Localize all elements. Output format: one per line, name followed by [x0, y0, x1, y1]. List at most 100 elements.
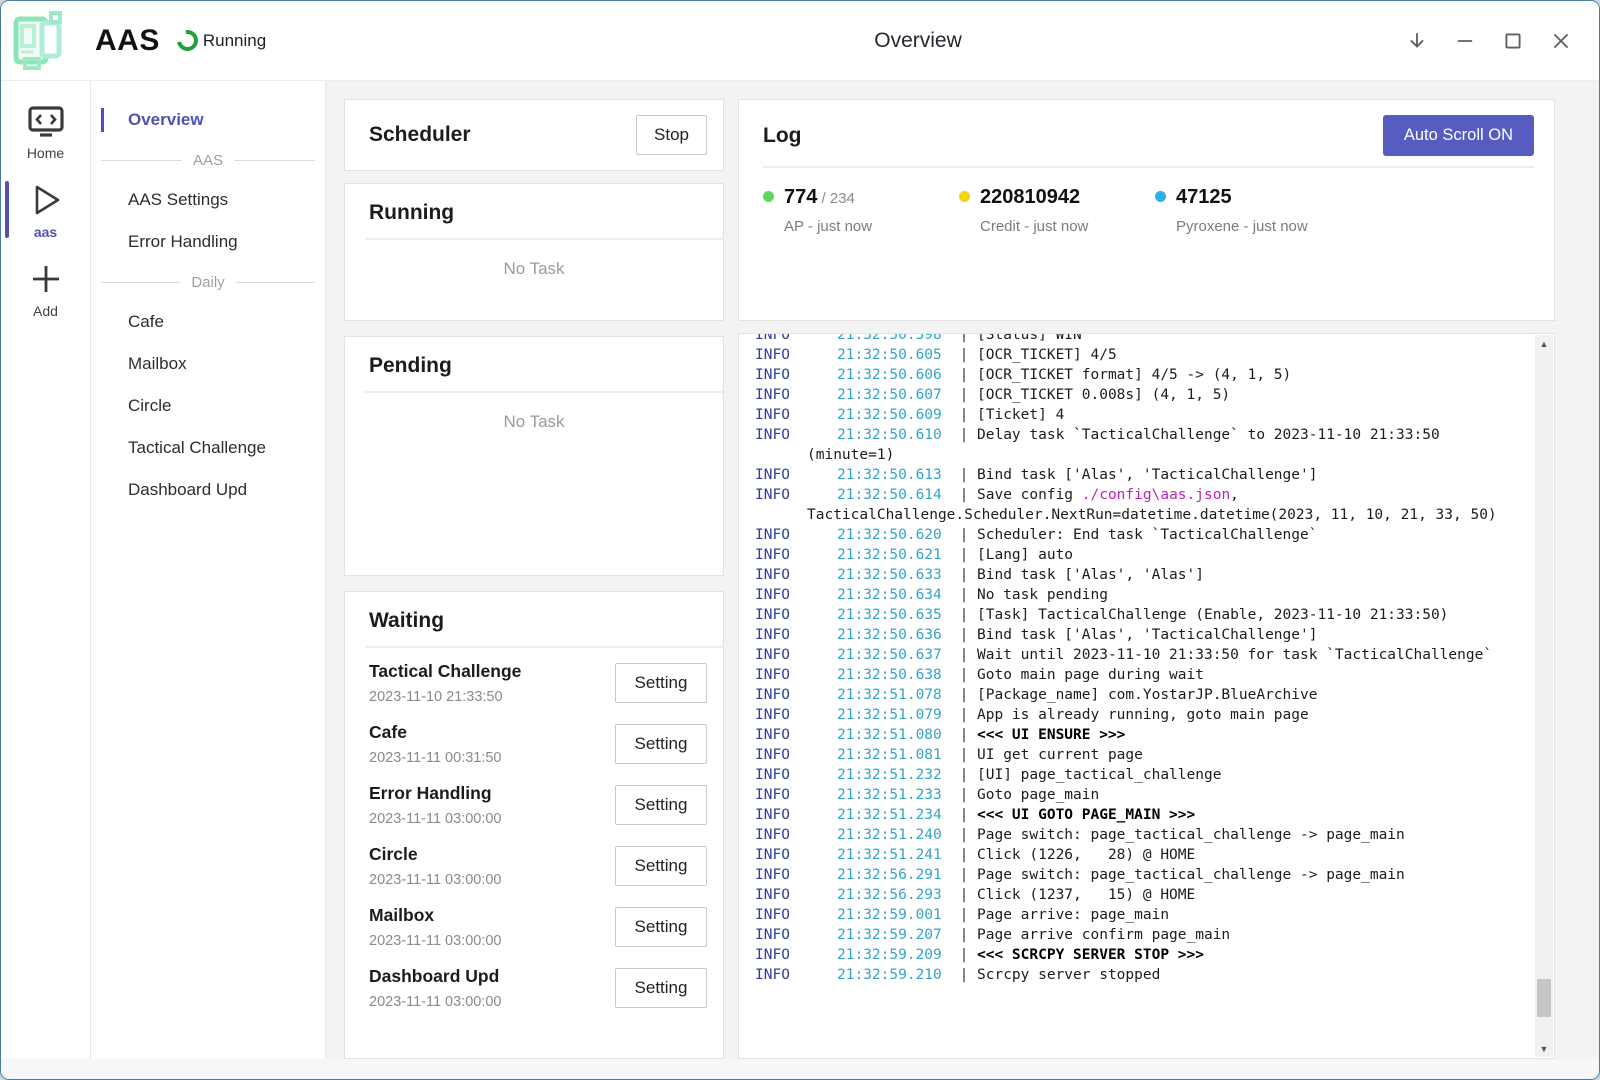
log-entry: INFO 21:32:51.081 | UI get current page	[755, 745, 1520, 765]
log-entry: INFO 21:32:51.233 | Goto page_main	[755, 785, 1520, 805]
log-message: Goto page_main	[977, 785, 1520, 805]
task-setting-button[interactable]: Setting	[615, 846, 707, 886]
task-name: Dashboard Upd	[369, 966, 502, 987]
log-message: Wait until 2023-11-10 21:33:50 for task …	[977, 645, 1520, 665]
task-next-run: 2023-11-11 03:00:00	[369, 872, 502, 888]
sidenav-item-tactical-challenge[interactable]: Tactical Challenge	[91, 427, 325, 469]
task-sidenav: Overview AAS AAS Settings Error Handling…	[91, 81, 326, 1059]
rail-item-home[interactable]: Home	[1, 95, 90, 173]
minimize-icon[interactable]	[1441, 20, 1489, 62]
log-timestamp: 21:32:59.209	[837, 945, 951, 965]
sidenav-item-cafe[interactable]: Cafe	[91, 301, 325, 343]
log-level: INFO	[755, 525, 837, 545]
log-level: INFO	[755, 625, 837, 645]
log-timestamp: 21:32:51.241	[837, 845, 951, 865]
log-row: INFO 21:32:50.621 | [Lang] auto	[755, 545, 1520, 565]
sidenav-item-mailbox[interactable]: Mailbox	[91, 343, 325, 385]
task-setting-button[interactable]: Setting	[615, 663, 707, 703]
sidenav-item-error-handling[interactable]: Error Handling	[91, 221, 325, 263]
task-next-run: 2023-11-11 03:00:00	[369, 994, 502, 1010]
task-setting-button[interactable]: Setting	[615, 785, 707, 825]
stat-body: 220810942 Credit - just now	[980, 186, 1088, 235]
log-entry: INFO 21:32:50.637 | Wait until 2023-11-1…	[755, 645, 1520, 665]
auto-scroll-button[interactable]: Auto Scroll ON	[1383, 115, 1534, 156]
log-timestamp: 21:32:50.607	[837, 385, 951, 405]
log-lines: INFO 21:32:50.598 | [Status] WIN INFO 21…	[755, 333, 1520, 985]
log-timestamp: 21:32:51.232	[837, 765, 951, 785]
log-level: INFO	[755, 825, 837, 845]
log-message: [Status] WIN	[977, 333, 1520, 345]
sidenav-item-dashboard-upd[interactable]: Dashboard Upd	[91, 469, 325, 511]
sidenav-item-label: Circle	[128, 396, 171, 416]
log-row: INFO 21:32:51.081 | UI get current page	[755, 745, 1520, 765]
log-timestamp: 21:32:50.605	[837, 345, 951, 365]
log-message: No task pending	[977, 585, 1520, 605]
maximize-icon[interactable]	[1489, 20, 1537, 62]
scroll-up-icon[interactable]: ▲	[1535, 335, 1553, 352]
log-level: INFO	[755, 705, 837, 725]
log-separator: |	[951, 965, 977, 985]
log-separator: |	[951, 645, 977, 665]
sidenav-item-overview[interactable]: Overview	[91, 99, 325, 141]
log-column: Log Auto Scroll ON 774 / 234 AP - just n…	[738, 99, 1555, 1059]
log-row: INFO 21:32:50.634 | No task pending	[755, 585, 1520, 605]
log-header: Log Auto Scroll ON	[763, 115, 1534, 156]
app-logo-icon	[11, 10, 79, 72]
log-timestamp: 21:32:51.234	[837, 805, 951, 825]
log-message: App is already running, goto main page	[977, 705, 1520, 725]
task-setting-button[interactable]: Setting	[615, 724, 707, 764]
task-next-run: 2023-11-11 03:00:00	[369, 811, 502, 827]
group-label: Daily	[180, 274, 235, 291]
log-output-panel[interactable]: INFO 21:32:50.598 | [Status] WIN INFO 21…	[738, 333, 1555, 1059]
log-message: Save config ./config\aas.json,	[977, 485, 1520, 505]
app-window: AAS Running Overview	[0, 0, 1600, 1080]
log-row: INFO 21:32:51.234 | <<< UI GOTO PAGE_MAI…	[755, 805, 1520, 825]
download-icon[interactable]	[1393, 20, 1441, 62]
scroll-down-icon[interactable]: ▼	[1535, 1040, 1553, 1057]
titlebar: AAS Running Overview	[1, 1, 1599, 81]
log-separator: |	[951, 785, 977, 805]
pending-title: Pending	[345, 354, 723, 378]
log-separator: |	[951, 465, 977, 485]
close-icon[interactable]	[1537, 20, 1585, 62]
log-level: INFO	[755, 945, 837, 965]
scrollbar-thumb[interactable]	[1537, 979, 1551, 1017]
resource-stat: 47125 Pyroxene - just now	[1155, 186, 1351, 235]
log-level: INFO	[755, 745, 837, 765]
log-row: INFO 21:32:50.605 | [OCR_TICKET] 4/5	[755, 345, 1520, 365]
log-level: INFO	[755, 865, 837, 885]
log-entry: INFO 21:32:59.207 | Page arrive confirm …	[755, 925, 1520, 945]
sidenav-item-circle[interactable]: Circle	[91, 385, 325, 427]
task-setting-button[interactable]: Setting	[615, 907, 707, 947]
task-name: Cafe	[369, 722, 502, 743]
sidenav-item-label: Overview	[128, 110, 204, 130]
log-message: [OCR_TICKET] 4/5	[977, 345, 1520, 365]
log-message: Goto main page during wait	[977, 665, 1520, 685]
log-level: INFO	[755, 545, 837, 565]
log-entry: INFO 21:32:56.293 | Click (1237, 15) @ H…	[755, 885, 1520, 905]
sidenav-item-aas-settings[interactable]: AAS Settings	[91, 179, 325, 221]
log-timestamp: 21:32:59.207	[837, 925, 951, 945]
log-row: INFO 21:32:51.241 | Click (1226, 28) @ H…	[755, 845, 1520, 865]
active-indicator	[5, 181, 9, 238]
log-entry: INFO 21:32:59.209 | <<< SCRCPY SERVER ST…	[755, 945, 1520, 965]
log-separator: |	[951, 365, 977, 385]
log-message: [Ticket] 4	[977, 405, 1520, 425]
log-message: Page arrive confirm page_main	[977, 925, 1520, 945]
group-label: AAS	[182, 152, 234, 169]
log-entry: INFO 21:32:51.078 | [Package_name] com.Y…	[755, 685, 1520, 705]
rail-item-label: Home	[27, 145, 64, 161]
rail-item-add[interactable]: Add	[1, 252, 90, 331]
rail-item-aas[interactable]: aas	[1, 173, 90, 252]
log-separator: |	[951, 545, 977, 565]
log-filepath: ./config\aas.json	[1082, 487, 1230, 503]
log-message: <<< UI ENSURE >>>	[977, 725, 1520, 745]
task-setting-button[interactable]: Setting	[615, 968, 707, 1008]
stop-button[interactable]: Stop	[636, 115, 707, 155]
log-timestamp: 21:32:50.638	[837, 665, 951, 685]
log-entry: INFO 21:32:51.241 | Click (1226, 28) @ H…	[755, 845, 1520, 865]
log-timestamp: 21:32:56.291	[837, 865, 951, 885]
card-divider	[365, 238, 723, 240]
log-timestamp: 21:32:51.240	[837, 825, 951, 845]
log-scrollbar[interactable]: ▲ ▼	[1535, 335, 1553, 1057]
